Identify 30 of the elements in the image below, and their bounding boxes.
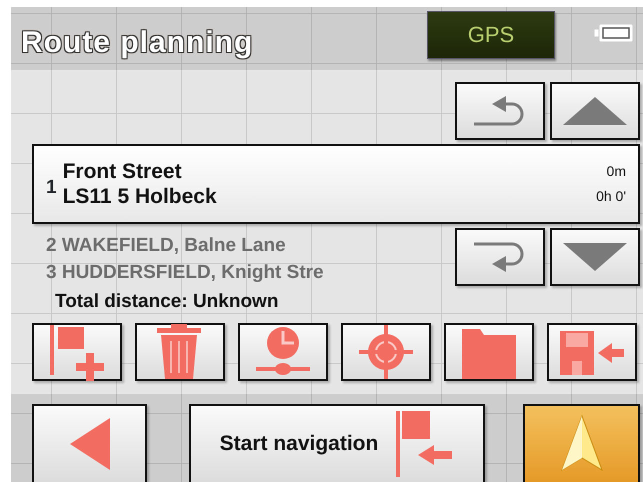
move-down-button[interactable] — [455, 228, 545, 286]
destination-place: LS11 5 Holbeck — [62, 184, 217, 210]
destination-number: 1 — [46, 176, 57, 200]
save-to-memory-button[interactable] — [547, 322, 637, 380]
distance-text: 0m — [606, 162, 626, 181]
up-triangle-icon — [562, 96, 628, 126]
start-navigation-button[interactable]: Start navigation — [189, 404, 485, 482]
navigation-arrow-icon — [560, 414, 604, 474]
destination-street: Front Street — [62, 158, 183, 184]
target-button[interactable] — [341, 322, 431, 380]
route-time-button[interactable] — [238, 322, 328, 380]
destination-item[interactable]: 2 WAKEFIELD, Balne Lane — [46, 232, 450, 259]
battery-icon — [593, 22, 635, 44]
down-triangle-icon — [562, 242, 628, 272]
scroll-down-button[interactable] — [550, 228, 640, 286]
left-triangle-icon — [68, 416, 112, 472]
destination-item[interactable]: 3 HUDDERSFIELD, Knight Stre — [46, 259, 450, 286]
crosshair-icon — [357, 322, 415, 380]
time-text: 0h 0' — [596, 187, 626, 206]
back-button[interactable] — [32, 404, 147, 482]
folder-button[interactable] — [444, 322, 534, 380]
total-distance: Total distance: Unknown — [54, 290, 280, 314]
map-view-button[interactable] — [523, 404, 640, 482]
screen-title: Route planning — [21, 25, 254, 61]
delete-button[interactable] — [135, 322, 225, 380]
flag-plus-icon — [48, 322, 106, 380]
scroll-up-button[interactable] — [550, 82, 640, 140]
move-up-button[interactable] — [455, 82, 545, 140]
add-flag-button[interactable] — [32, 322, 122, 380]
gps-indicator: GPS — [427, 10, 555, 58]
